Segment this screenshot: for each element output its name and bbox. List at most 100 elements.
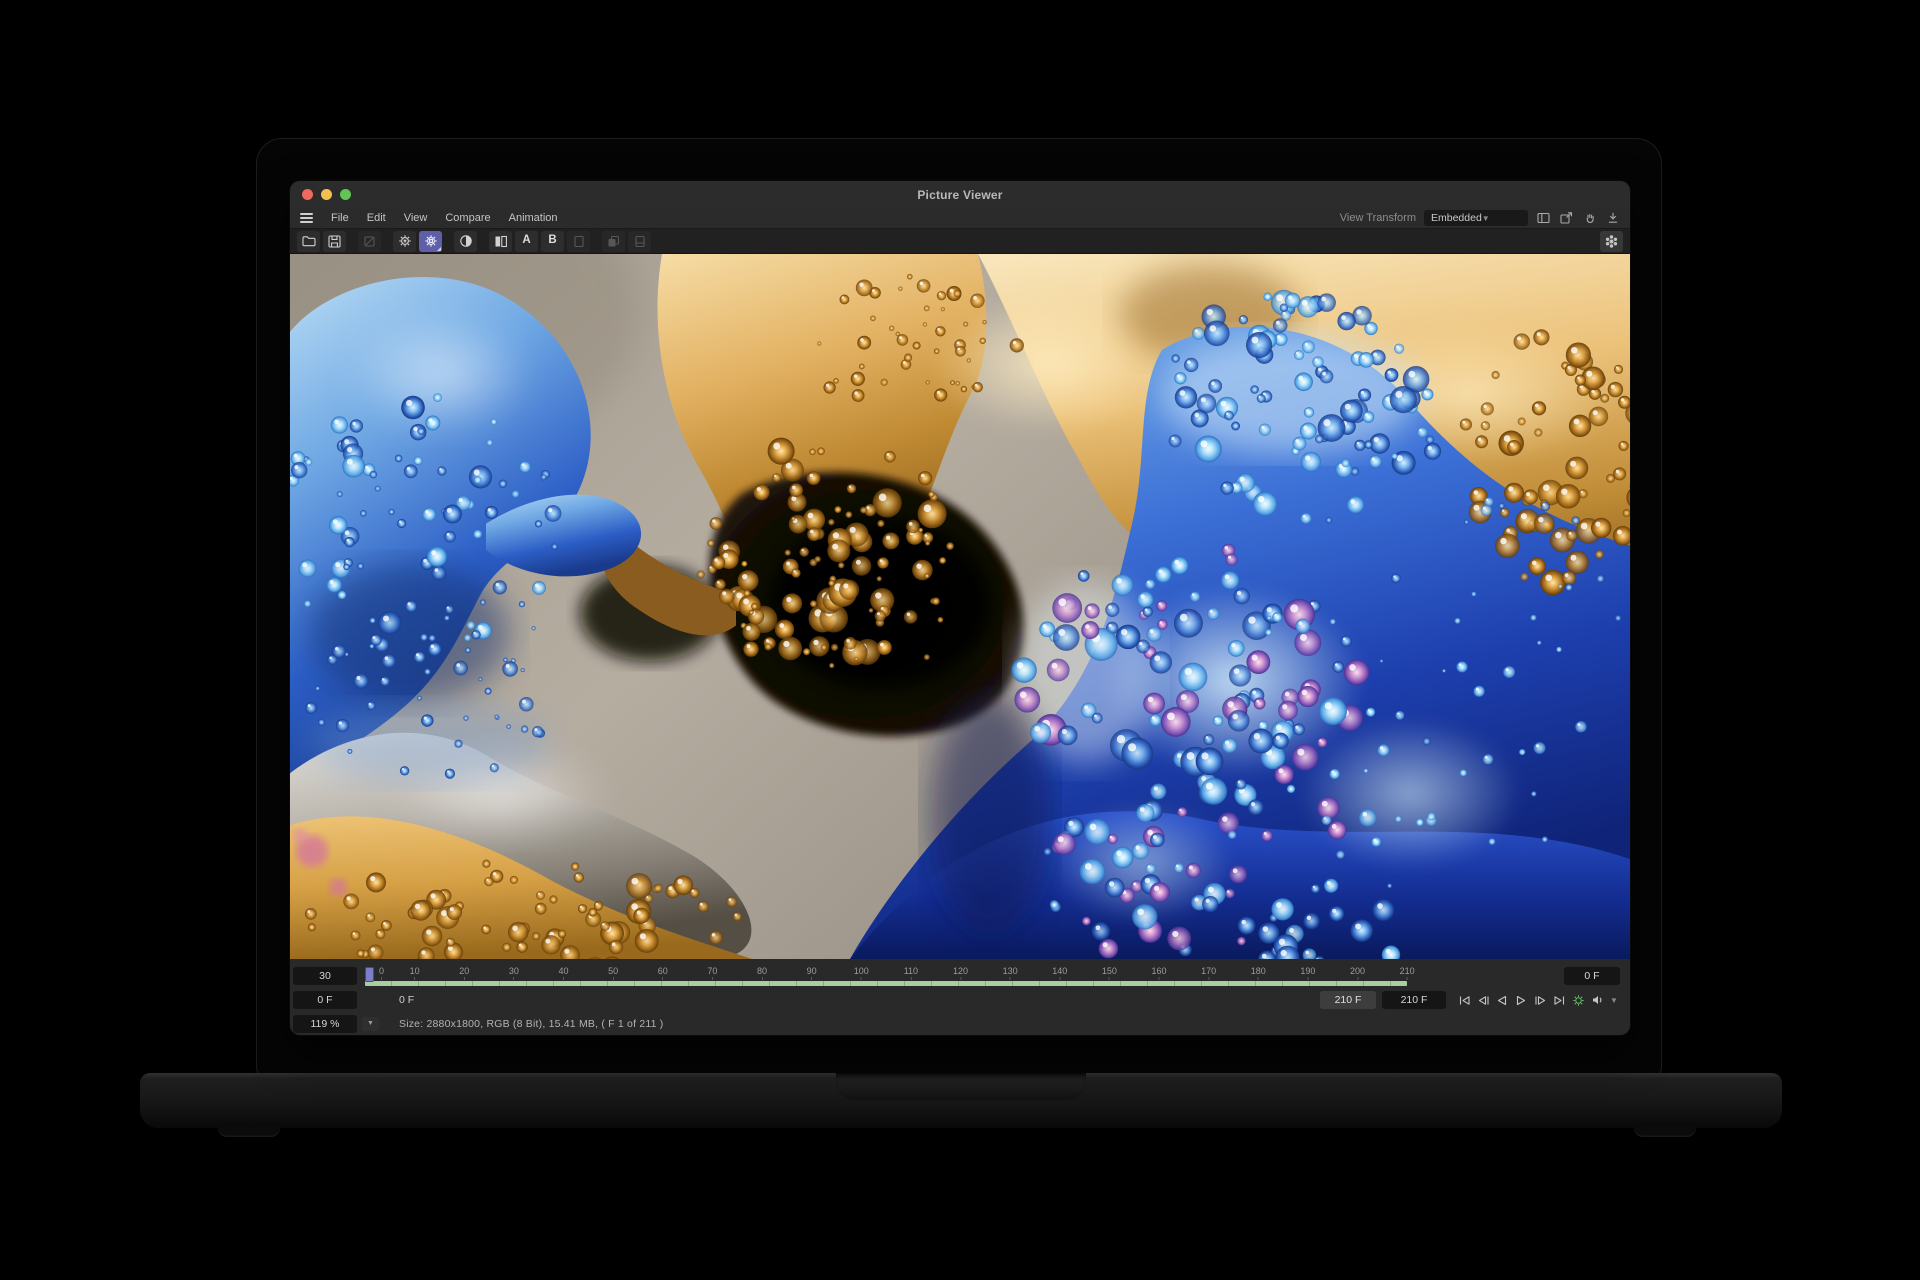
save-comparison-button[interactable] [628,231,651,252]
skip-end-button[interactable] [1551,993,1567,1007]
molecule-render-icon [1604,234,1619,249]
ruler-tick-190: 190 [1300,966,1315,980]
open-folder-button[interactable] [297,231,320,252]
pane-split-icon[interactable] [1536,211,1551,225]
loop-gear-icon[interactable] [1570,993,1586,1007]
compare-ab-button[interactable] [489,231,512,252]
ruler-tick-180: 180 [1251,966,1266,980]
step-back-button[interactable] [1475,993,1491,1007]
ruler-tick-30: 30 [509,966,519,980]
frame-row: 0 F 0 F 210 F 210 F ▼ [293,989,1620,1011]
render-settings-gear-icon [398,234,412,248]
zoom-dropdown-button[interactable]: ▼ [362,1017,379,1031]
view-transform-label: View Transform [1340,212,1416,224]
pop-out-icon[interactable] [1559,211,1574,225]
render-preview-button[interactable] [1600,231,1623,252]
set-a-label: A [522,235,530,247]
ruler-tick-140: 140 [1052,966,1067,980]
rendered-image [290,254,1630,959]
macbook-base [140,1073,1782,1128]
ruler-tick-210: 210 [1400,966,1415,980]
copy-icon [607,235,620,248]
filter-button[interactable] [454,231,477,252]
ruler-tick-120: 120 [953,966,968,980]
current-frame-field[interactable]: 0 F [293,991,357,1009]
display-settings-gear-icon [424,234,438,248]
menu-items: FileEditViewCompareAnimation [322,208,567,228]
hand-pan-icon[interactable] [1582,211,1597,225]
image-canvas [290,254,1630,959]
ruler-tick-110: 110 [904,966,918,980]
display-settings-button[interactable] [419,231,442,252]
ruler-row: 30 0102030405060708090100110120130140150… [293,965,1620,987]
chevron-down-icon: ▼ [1482,214,1523,223]
floppy-icon [328,235,341,248]
current-frame-label: 0 F [399,994,414,1006]
fps-field[interactable]: 30 [293,967,357,985]
window-title: Picture Viewer [290,188,1630,202]
menu-item-view[interactable]: View [395,208,437,228]
menu-item-file[interactable]: File [322,208,358,228]
macbook-lid-notch [836,1073,1086,1100]
timeline-ruler[interactable]: 0102030405060708090100110120130140150160… [365,965,1556,987]
transport-more-chevron[interactable]: ▼ [1608,993,1620,1007]
contrast-icon [459,234,473,248]
ruler-tick-10: 10 [410,966,420,980]
set-b-label: B [548,235,556,247]
page-background: Picture Viewer FileEditViewCompareAnimat… [0,0,1920,1280]
render-settings-button[interactable] [393,231,416,252]
ruler-tick-150: 150 [1102,966,1117,980]
play-reverse-button[interactable] [1494,993,1510,1007]
skip-start-button[interactable] [1456,993,1472,1007]
navigator-icon [363,235,376,248]
save-button[interactable] [323,231,346,252]
ruler-tick-80: 80 [757,966,767,980]
range-end-display[interactable]: 210 F [1320,991,1376,1009]
copy-button[interactable] [602,231,625,252]
cache-bar [365,981,1407,986]
ruler-tick-40: 40 [558,966,568,980]
step-forward-button[interactable] [1532,993,1548,1007]
picture-viewer-window: Picture Viewer FileEditViewCompareAnimat… [290,181,1630,1035]
view-transform-value: Embedded [1431,212,1482,224]
menu-item-compare[interactable]: Compare [436,208,499,228]
ruler-tick-20: 20 [459,966,469,980]
ruler-tick-200: 200 [1350,966,1365,980]
hamburger-menu-icon[interactable] [300,213,313,223]
set-b-button[interactable]: B [541,231,564,252]
menu-bar: FileEditViewCompareAnimation View Transf… [290,208,1630,228]
view-transform-dropdown[interactable]: Embedded ▼ [1424,210,1528,226]
ruler-tick-160: 160 [1151,966,1166,980]
swap-ab-button[interactable] [567,231,590,252]
speaker-icon[interactable] [1589,993,1605,1007]
page-icon [573,235,585,248]
transport-controls: ▼ [1456,993,1620,1007]
title-bar: Picture Viewer [290,181,1630,208]
ruler-tick-90: 90 [807,966,817,980]
ruler-tick-170: 170 [1201,966,1216,980]
macbook-foot-right [1634,1126,1696,1137]
set-a-button[interactable]: A [515,231,538,252]
ruler-tick-50: 50 [608,966,618,980]
toolbar: A B [290,228,1630,254]
menu-item-edit[interactable]: Edit [358,208,395,228]
ruler-end-field[interactable]: 0 F [1564,967,1620,985]
play-forward-button[interactable] [1513,993,1529,1007]
menu-item-animation[interactable]: Animation [500,208,567,228]
ruler-tick-70: 70 [707,966,717,980]
macbook-foot-left [218,1126,280,1137]
navigator-button[interactable] [358,231,381,252]
timeline-panel: 30 0102030405060708090100110120130140150… [290,959,1630,1035]
status-row: 119 % ▼ Size: 2880x1800, RGB (8 Bit), 15… [293,1013,1620,1034]
compare-panels-icon [494,235,508,248]
dock-pin-icon[interactable] [1605,211,1620,225]
ruler-tick-100: 100 [854,966,869,980]
playhead[interactable] [365,967,374,982]
image-info-text: Size: 2880x1800, RGB (8 Bit), 15.41 MB, … [399,1018,663,1030]
ruler-tick-0: 0 [379,966,384,980]
range-end-field[interactable]: 210 F [1382,991,1446,1009]
folder-icon [302,235,316,247]
ruler-tick-130: 130 [1003,966,1018,980]
page-alt-icon [634,235,646,248]
zoom-level-field[interactable]: 119 % [293,1015,357,1033]
